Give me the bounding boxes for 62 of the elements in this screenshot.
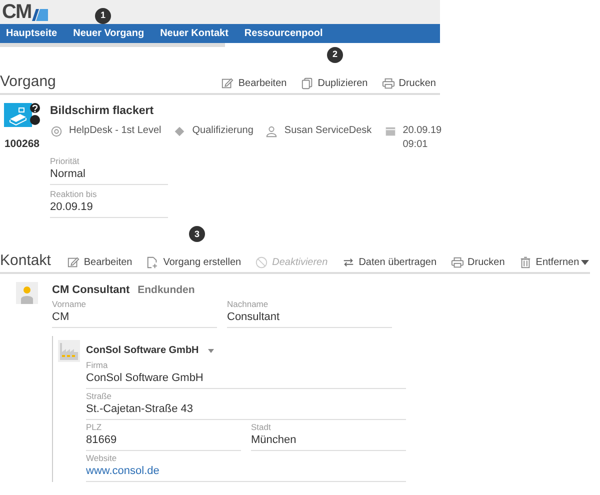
caret-icon <box>208 348 214 352</box>
section-title: Kontakt <box>0 252 51 270</box>
section-title: Vorgang <box>0 73 56 91</box>
prohibited-icon <box>255 256 268 270</box>
meta-text: 20.09.19 09:01 <box>402 124 443 152</box>
nav-link[interactable]: Neuer Kontakt <box>154 26 238 41</box>
field-value: 81669 <box>86 433 241 451</box>
field-label: Reaktion bis <box>50 189 98 200</box>
meta-text: HelpDesk - 1st Level <box>69 124 162 138</box>
printer-icon <box>382 77 395 90</box>
field-value: St.-Cajetan-Straße 43 <box>86 402 406 420</box>
nav-link[interactable]: Ressourcenpool <box>238 26 333 41</box>
toolbar-button[interactable]: Drucken <box>450 255 505 270</box>
callout-marker: 1 <box>95 8 111 24</box>
case-title[interactable]: Bildschirm flackert <box>50 103 440 120</box>
printer-icon <box>450 256 464 270</box>
field-value: CM <box>52 310 217 328</box>
toolbar-button[interactable]: Entfernen <box>518 255 590 270</box>
contact-name: CM Consultant <box>52 283 130 298</box>
field-label: PLZ <box>86 422 103 433</box>
logo: CM <box>1 1 32 23</box>
field-label: Vorname <box>52 299 88 310</box>
edit-icon <box>221 77 234 90</box>
field-value: ConSol Software GmbH <box>86 371 406 389</box>
contact-type: Endkunden <box>138 283 195 298</box>
field-value: Consultant <box>227 310 392 328</box>
edit-icon <box>66 256 80 270</box>
gear-icon <box>50 125 63 138</box>
field-label: Nachname <box>227 299 270 310</box>
case-number: 100268 <box>4 137 40 152</box>
field-value: Normal <box>50 167 168 186</box>
arrows-icon <box>342 256 355 270</box>
field-label: Stadt <box>251 422 272 433</box>
field-value: 20.09.19 <box>50 200 168 218</box>
field-label: Straße <box>86 391 113 402</box>
add-document-icon <box>146 256 160 270</box>
website-link[interactable]: www.consol.de <box>86 464 406 482</box>
logo-mark-icon <box>32 9 48 22</box>
nav-link[interactable]: Neuer Vorgang <box>67 26 154 41</box>
toolbar-button[interactable]: Drucken <box>382 76 436 91</box>
factory-icon <box>58 340 80 362</box>
callout-marker: 2 <box>327 47 343 63</box>
user-icon <box>265 125 278 138</box>
toolbar-button[interactable]: Daten übertragen <box>342 255 437 270</box>
meta-text: Qualifizierung <box>192 124 254 138</box>
field-label: Priorität <box>50 156 80 168</box>
field-value: München <box>251 433 406 451</box>
callout-marker: 3 <box>189 226 205 242</box>
field-label: Firma <box>86 360 109 371</box>
avatar <box>16 282 38 304</box>
field-label: Website <box>86 453 118 464</box>
copy-icon <box>300 77 314 90</box>
toolbar-button[interactable]: Duplizieren <box>300 76 368 91</box>
toolbar-button[interactable]: Bearbeiten <box>66 255 132 270</box>
toolbar-button[interactable]: Vorgang erstellen <box>146 255 242 270</box>
diamond-icon <box>173 125 186 138</box>
nav-link[interactable]: Hauptseite <box>0 26 68 41</box>
meta-text: Susan ServiceDesk <box>284 124 372 138</box>
calendar-icon <box>384 125 397 138</box>
toolbar-button[interactable]: Bearbeiten <box>221 76 287 91</box>
trash-icon <box>518 256 532 270</box>
company-dropdown[interactable]: ConSol Software GmbH <box>86 343 214 358</box>
